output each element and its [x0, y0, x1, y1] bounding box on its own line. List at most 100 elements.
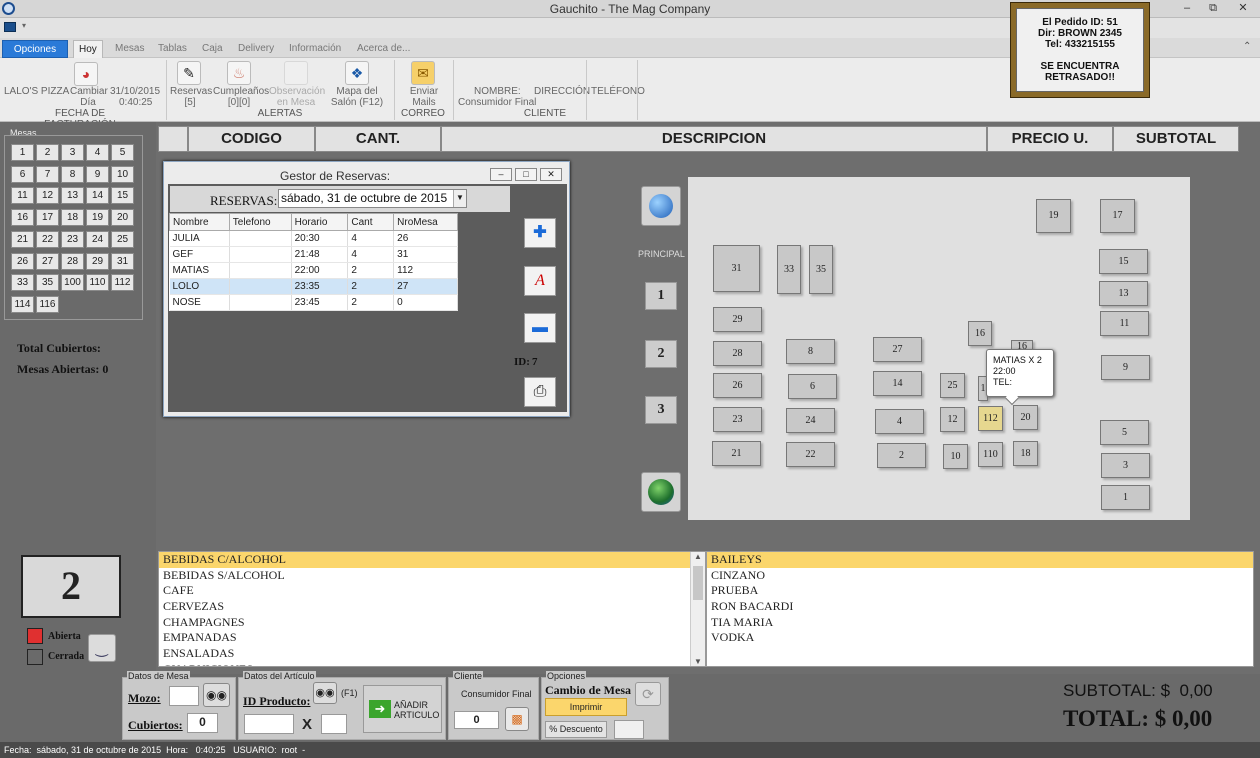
mapa-salon-button[interactable]: Mapa del Salón (F12): [325, 86, 389, 108]
imprimir-button[interactable]: Imprimir: [545, 698, 627, 716]
mesa-button-21[interactable]: 21: [11, 230, 34, 248]
close-icon[interactable]: ✕: [1228, 0, 1258, 18]
mesa-button-28[interactable]: 28: [61, 252, 84, 270]
binoculars-icon[interactable]: ◉◉: [313, 682, 337, 704]
restore-icon[interactable]: ⧉: [1200, 0, 1226, 18]
mesa-button-29[interactable]: 29: [86, 252, 109, 270]
mail-icon[interactable]: ✉: [411, 61, 435, 85]
product-item[interactable]: PRUEBA: [707, 583, 1253, 599]
tab-caja[interactable]: Caja: [197, 40, 228, 58]
mesa-button-114[interactable]: 114: [11, 295, 34, 313]
scroll-up-icon[interactable]: ▲: [694, 552, 702, 561]
floor-table-112[interactable]: 112: [978, 406, 1003, 431]
table-row[interactable]: GEF 21:48 4 31: [169, 246, 458, 263]
category-item[interactable]: GUARNICIONES: [159, 662, 705, 666]
mesa-button-20[interactable]: 20: [111, 209, 134, 227]
mesa-button-25[interactable]: 25: [111, 230, 134, 248]
floor-table-27[interactable]: 27: [873, 337, 922, 362]
scroll-down-icon[interactable]: ▼: [694, 657, 702, 666]
remove-icon[interactable]: ▬: [524, 313, 556, 343]
floor-table-6[interactable]: 6: [788, 374, 837, 399]
category-item[interactable]: CAFE: [159, 583, 705, 599]
chevron-down-icon[interactable]: ▼: [453, 190, 466, 207]
mesa-button-17[interactable]: 17: [36, 209, 59, 227]
mesa-button-23[interactable]: 23: [61, 230, 84, 248]
cambiar-dia-button[interactable]: Cambiar Día: [70, 86, 108, 108]
printer-icon[interactable]: ⎙: [524, 377, 556, 407]
category-item[interactable]: CHAMPAGNES: [159, 615, 705, 631]
mesa-button-6[interactable]: 6: [11, 165, 34, 183]
minimize-icon[interactable]: –: [1174, 0, 1200, 18]
mesa-button-10[interactable]: 10: [111, 165, 134, 183]
floor-table-5[interactable]: 5: [1100, 420, 1149, 445]
mesa-button-100[interactable]: 100: [61, 274, 84, 292]
dropdown-icon[interactable]: ▾: [22, 21, 26, 30]
late-order-notification[interactable]: El Pedido ID: 51 Dir: BROWN 2345 Tel: 43…: [1010, 2, 1150, 98]
product-item[interactable]: TIA MARIA: [707, 615, 1253, 631]
mesa-button-9[interactable]: 9: [86, 165, 109, 183]
mesa-button-15[interactable]: 15: [111, 187, 134, 205]
floor-table-28[interactable]: 28: [713, 341, 762, 366]
mozo-input[interactable]: [169, 686, 199, 706]
floor-table-2[interactable]: 2: [877, 443, 926, 468]
category-item[interactable]: BEBIDAS C/ALCOHOL: [159, 552, 705, 568]
category-item[interactable]: ENSALADAS: [159, 646, 705, 662]
client-card-icon[interactable]: ▩: [505, 707, 529, 731]
mesa-button-2[interactable]: 2: [36, 144, 59, 161]
tab-informacion[interactable]: Información: [284, 40, 346, 58]
maximize-icon[interactable]: □: [515, 168, 537, 181]
mesa-button-110[interactable]: 110: [86, 274, 109, 292]
world-globe-icon[interactable]: [641, 472, 681, 512]
floor-table-10[interactable]: 10: [943, 444, 968, 469]
mesa-button-13[interactable]: 13: [61, 187, 84, 205]
globe-icon[interactable]: [641, 186, 681, 226]
map-icon[interactable]: ❖: [345, 61, 369, 85]
product-list[interactable]: BAILEYS CINZANO PRUEBA RON BACARDI TIA MARIA…: [706, 551, 1254, 667]
floor-table-14[interactable]: 14: [873, 371, 922, 396]
category-list[interactable]: BEBIDAS C/ALCOHOL BEBIDAS S/ALCOHOL CAFE CE…: [158, 551, 706, 667]
table-row[interactable]: MATIAS 22:00 2 112: [169, 262, 458, 279]
floor-table-15[interactable]: 15: [1099, 249, 1148, 274]
column-header[interactable]: Nombre: [169, 213, 230, 231]
mesa-button-33[interactable]: 33: [11, 274, 34, 292]
floor-table-35[interactable]: 35: [809, 245, 833, 294]
floor-table-33[interactable]: 33: [777, 245, 801, 294]
floor-table-8[interactable]: 8: [786, 339, 835, 364]
collapse-ribbon-icon[interactable]: ⌃: [1243, 41, 1251, 52]
floor-table-3[interactable]: 3: [1101, 453, 1150, 478]
calendar-icon[interactable]: ◕: [74, 62, 98, 86]
floor-page-3[interactable]: 3: [645, 396, 677, 424]
cliente-input[interactable]: 0: [454, 711, 499, 729]
category-item[interactable]: BEBIDAS S/ALCOHOL: [159, 568, 705, 584]
floor-table-20[interactable]: 20: [1013, 405, 1038, 430]
floor-table-25[interactable]: 25: [940, 373, 965, 398]
mesa-button-8[interactable]: 8: [61, 165, 84, 183]
mesa-button-19[interactable]: 19: [86, 209, 109, 227]
category-item[interactable]: CERVEZAS: [159, 599, 705, 615]
mesa-button-116[interactable]: 116: [36, 295, 59, 313]
floor-table-17[interactable]: 17: [1100, 199, 1135, 233]
column-header[interactable]: Telefono: [228, 213, 292, 231]
tab-opciones[interactable]: Opciones: [2, 40, 68, 58]
mesa-button-35[interactable]: 35: [36, 274, 59, 292]
floor-table-31[interactable]: 31: [713, 245, 760, 292]
floor-table-13[interactable]: 13: [1099, 281, 1148, 306]
tab-mesas[interactable]: Mesas: [110, 40, 149, 58]
mesa-button-5[interactable]: 5: [111, 144, 134, 161]
mesa-button-14[interactable]: 14: [86, 187, 109, 205]
enviar-mails-button[interactable]: Enviar Mails: [398, 86, 450, 108]
floor-table-22[interactable]: 22: [786, 442, 835, 467]
refresh-icon[interactable]: ⟳: [635, 682, 661, 706]
column-header[interactable]: Horario: [290, 213, 349, 231]
edit-icon[interactable]: A: [524, 266, 556, 296]
floor-table-18[interactable]: 18: [1013, 441, 1038, 466]
cubiertos-input[interactable]: 0: [187, 713, 218, 733]
floor-table-11[interactable]: 11: [1100, 311, 1149, 336]
floor-table-16[interactable]: 16: [968, 321, 992, 346]
mesa-button-31[interactable]: 31: [111, 252, 134, 270]
column-header[interactable]: NroMesa: [393, 213, 458, 231]
floor-table-24[interactable]: 24: [786, 408, 835, 433]
binoculars-icon[interactable]: ◉◉: [203, 683, 230, 707]
reservas-date-picker[interactable]: sábado, 31 de octubre de 2015 ▼: [278, 189, 467, 208]
mesa-button-27[interactable]: 27: [36, 252, 59, 270]
